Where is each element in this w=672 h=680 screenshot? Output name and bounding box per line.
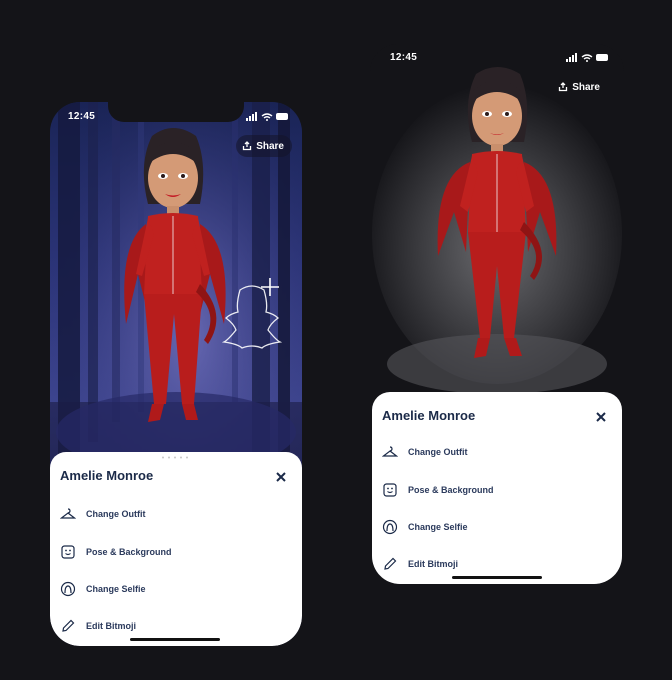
menu-item-edit-bitmoji[interactable]: Edit Bitmoji: [60, 618, 136, 634]
share-icon: [243, 141, 252, 151]
menu-item-change-selfie[interactable]: Change Selfie: [60, 581, 146, 597]
sheet-title: Amelie Monroe: [60, 468, 154, 483]
selfie-face-icon: [382, 519, 398, 535]
pencil-icon: [62, 619, 75, 632]
hanger-icon: [382, 446, 398, 457]
menu-item-pose-background[interactable]: Pose & Background: [382, 482, 494, 498]
home-indicator: [452, 576, 542, 579]
phone-mockup-left: 12:45 Share Amelie Monroe Change Outfit …: [50, 102, 302, 646]
status-icons: [246, 112, 288, 121]
snapchat-ghost-icon: [221, 278, 283, 349]
menu-item-label: Change Outfit: [86, 509, 146, 519]
share-label: Share: [572, 81, 600, 93]
hanger-icon: [60, 508, 76, 519]
close-icon[interactable]: [596, 412, 606, 422]
menu-item-label: Edit Bitmoji: [408, 559, 458, 569]
menu-item-pose-background[interactable]: Pose & Background: [60, 544, 172, 560]
menu-item-label: Change Selfie: [86, 584, 146, 594]
status-time: 12:45: [390, 52, 418, 63]
menu-item-change-selfie[interactable]: Change Selfie: [382, 519, 468, 535]
device-notch: [108, 102, 244, 122]
menu-item-change-outfit[interactable]: Change Outfit: [60, 506, 146, 522]
status-icons: [566, 53, 608, 62]
menu-item-label: Pose & Background: [86, 547, 172, 557]
drag-handle[interactable]: [160, 456, 190, 459]
pose-background-icon: [61, 545, 75, 559]
home-indicator: [130, 638, 220, 641]
menu-item-label: Change Outfit: [408, 447, 468, 457]
menu-item-edit-bitmoji[interactable]: Edit Bitmoji: [382, 556, 458, 572]
share-label: Share: [256, 140, 284, 152]
phone-mockup-right: 12:45 Share Amelie Monroe Change Outfit …: [370, 44, 624, 584]
share-button[interactable]: Share: [236, 135, 292, 157]
menu-item-label: Change Selfie: [408, 522, 468, 532]
status-time: 12:45: [68, 111, 96, 122]
pencil-icon: [384, 557, 397, 570]
pose-background-icon: [383, 483, 397, 497]
sheet-title: Amelie Monroe: [382, 408, 476, 423]
menu-item-label: Pose & Background: [408, 485, 494, 495]
bitmoji-avatar: [437, 67, 557, 358]
menu-item-change-outfit[interactable]: Change Outfit: [382, 444, 468, 460]
selfie-face-icon: [60, 581, 76, 597]
menu-item-label: Edit Bitmoji: [86, 621, 136, 631]
bitmoji-action-sheet: Amelie Monroe Change Outfit Pose & Backg…: [372, 392, 622, 584]
bitmoji-action-sheet: Amelie Monroe Change Outfit Pose & Backg…: [50, 452, 302, 646]
close-icon[interactable]: [276, 472, 286, 482]
